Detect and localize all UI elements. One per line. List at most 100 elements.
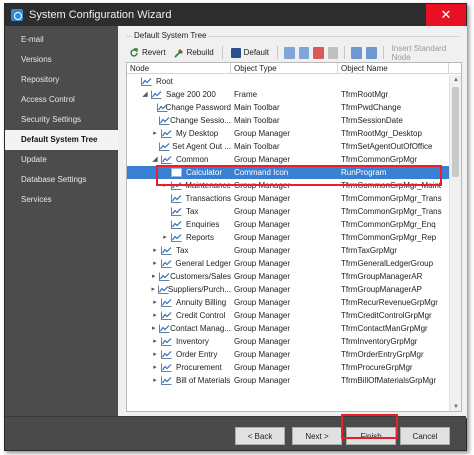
tree-row[interactable]: ▸ General Ledger Group Manager TfrmGeneralL…	[127, 257, 449, 270]
tree-object-name-cell: TfrmCommonGrpMgr_Enq	[341, 220, 436, 229]
cancel-button[interactable]: Cancel	[400, 427, 450, 445]
tree-row[interactable]: Root	[127, 75, 449, 88]
tree-row[interactable]: ▸ Inventory Group Manager TfrmInventoryGrpM…	[127, 335, 449, 348]
tree-node-label: Change Sessio...	[170, 116, 231, 125]
back-button[interactable]: < Back	[235, 427, 285, 445]
collapse-arrow-icon[interactable]: ◢	[151, 153, 159, 166]
revert-button[interactable]: Revert	[126, 45, 169, 60]
tree-scrollbar[interactable]: ▲ ▼	[449, 75, 461, 411]
sidebar-item-services[interactable]: Services	[5, 190, 118, 210]
tree-row[interactable]: Transactions Group Manager TfrmCommonGrpMg…	[127, 192, 449, 205]
tree-row[interactable]: Tax Group Manager TfrmCommonGrpMgr_Trans	[127, 205, 449, 218]
expand-all-icon[interactable]	[351, 46, 363, 59]
next-button[interactable]: Next >	[292, 427, 342, 445]
insert-standard-node-button[interactable]: Insert Standard Node	[389, 44, 462, 62]
sidebar-item-database-settings[interactable]: Database Settings	[5, 170, 118, 190]
move-down-icon[interactable]	[298, 46, 310, 59]
default-button[interactable]: Default	[228, 45, 272, 60]
column-header-object-type[interactable]: Object Type	[231, 63, 338, 74]
chart-icon	[161, 129, 172, 138]
tree-row[interactable]: ▸ Maintenance Group Manager TfrmCommonGrpMg…	[127, 179, 449, 192]
sidebar-item-repository[interactable]: Repository	[5, 70, 118, 90]
delete-icon[interactable]	[313, 46, 324, 59]
close-button[interactable]: ✕	[426, 4, 466, 26]
expand-arrow-icon[interactable]: ▸	[151, 283, 156, 296]
toolbar-separator	[344, 46, 346, 59]
tree-row[interactable]: ▸ Contact Manag... Group Manager TfrmContac…	[127, 322, 449, 335]
sidebar-item-access-control[interactable]: Access Control	[5, 90, 118, 110]
tree-object-name-cell: TfrmCreditControlGrpMgr	[341, 311, 432, 320]
expand-arrow-icon[interactable]: ▸	[151, 322, 157, 335]
tree-node-label: Transactions	[185, 194, 232, 203]
expand-arrow-icon[interactable]: ▸	[161, 231, 169, 244]
expand-arrow-icon[interactable]: ▸	[151, 270, 157, 283]
scroll-thumb[interactable]	[452, 87, 459, 177]
tree-row[interactable]: ▸ Customers/Sales Group Manager TfrmGroupMa…	[127, 270, 449, 283]
expand-arrow-icon[interactable]: ▸	[161, 179, 169, 192]
chart-icon	[158, 116, 169, 125]
tree-node-cell: ▸ Bill of Materials	[151, 374, 231, 387]
expand-arrow-icon[interactable]: ▸	[151, 335, 159, 348]
tree-row[interactable]: Set Agent Out ... Main Toolbar TfrmSetAgen…	[127, 140, 449, 153]
expand-arrow-icon[interactable]: ▸	[151, 309, 159, 322]
sidebar-item-default-system-tree[interactable]: Default System Tree	[5, 130, 118, 150]
tree-object-type-cell: Command Icon	[234, 168, 289, 177]
tree-row[interactable]: ▸ Annuity Billing Group Manager TfrmRecurRe…	[127, 296, 449, 309]
sidebar-item-versions[interactable]: Versions	[5, 50, 118, 70]
tree-node-cell: ▸ Procurement	[151, 361, 231, 374]
tree-row[interactable]: ▸ My Desktop Group Manager TfrmRootMgr_Desk…	[127, 127, 449, 140]
chart-icon	[171, 233, 182, 242]
sidebar-item-update[interactable]: Update	[5, 150, 118, 170]
tree-object-type-cell: Group Manager	[234, 298, 291, 307]
tree-row[interactable]: ▸ Bill of Materials Group Manager TfrmBillO…	[127, 374, 449, 387]
tree-row[interactable]: Enquiries Group Manager TfrmCommonGrpMgr_E…	[127, 218, 449, 231]
tree-row[interactable]: ▸ Tax Group Manager TfrmTaxGrpMgr	[127, 244, 449, 257]
chart-icon	[171, 220, 182, 229]
collapse-arrow-icon[interactable]: ◢	[141, 88, 149, 101]
title-bar: System Configuration Wizard ✕	[5, 4, 466, 26]
expand-arrow-icon[interactable]: ▸	[151, 361, 159, 374]
tree-row[interactable]: ◢ Sage 200 200 Frame TfrmRootMgr	[127, 88, 449, 101]
tree-row[interactable]: Change Password Main Toolbar TfrmPwdChange	[127, 101, 449, 114]
tree-node-cell: ◢ Sage 200 200	[141, 88, 231, 101]
tree-node-label: Suppliers/Purch...	[167, 285, 231, 294]
tree-object-type-cell: Frame	[234, 90, 258, 99]
tree-row[interactable]: ▸ Suppliers/Purch... Group Manager TfrmGrou…	[127, 283, 449, 296]
column-header-node[interactable]: Node	[127, 63, 231, 74]
tree-row[interactable]: ◢ Common Group Manager TfrmCommonGrpMgr	[127, 153, 449, 166]
tree-object-name-cell: RunProgram	[341, 168, 387, 177]
tree-node-label: Customers/Sales	[170, 272, 231, 281]
tree-node-cell: ▸ General Ledger	[151, 257, 231, 270]
tree-node-label: Contact Manag...	[170, 324, 231, 333]
scroll-down-arrow-icon[interactable]: ▼	[450, 402, 461, 411]
copy-icon[interactable]	[327, 46, 339, 59]
tree-row[interactable]: ▸ Credit Control Group Manager TfrmCreditCo…	[127, 309, 449, 322]
content-panel: Default System Tree Revert Rebuild Defau…	[118, 26, 467, 418]
expand-arrow-icon[interactable]: ▸	[151, 348, 159, 361]
column-header-object-name[interactable]: Object Name	[338, 63, 449, 74]
expand-arrow-icon[interactable]: ▸	[151, 257, 159, 270]
tree-row[interactable]: ▸ Reports Group Manager TfrmCommonGrpMgr_Re…	[127, 231, 449, 244]
tree-object-name-cell: TfrmCommonGrpMgr_Maint	[341, 181, 442, 190]
system-tree[interactable]: Node Object Type Object Name Root ◢ Sage 2…	[126, 62, 462, 412]
expand-arrow-icon[interactable]: ▸	[151, 127, 159, 140]
expand-arrow-icon[interactable]: ▸	[151, 296, 159, 309]
chart-icon	[161, 246, 172, 255]
tree-row[interactable]: Calculator Command Icon RunProgram	[127, 166, 449, 179]
scroll-up-arrow-icon[interactable]: ▲	[450, 75, 461, 85]
tree-row[interactable]: ▸ Order Entry Group Manager TfrmOrderEntryG…	[127, 348, 449, 361]
rebuild-button[interactable]: Rebuild	[171, 45, 217, 60]
collapse-all-icon[interactable]	[366, 46, 377, 59]
tree-object-type-cell: Group Manager	[234, 285, 291, 294]
wizard-sidebar: E-mail Versions Repository Access Control Se…	[5, 26, 118, 418]
move-up-icon[interactable]	[283, 46, 295, 59]
tree-node-label: General Ledger	[175, 259, 231, 268]
default-label: Default	[243, 48, 269, 57]
finish-button[interactable]: Finish	[346, 427, 396, 445]
expand-arrow-icon[interactable]: ▸	[151, 244, 159, 257]
sidebar-item-e-mail[interactable]: E-mail	[5, 30, 118, 50]
tree-row[interactable]: ▸ Procurement Group Manager TfrmProcureGrpM…	[127, 361, 449, 374]
expand-arrow-icon[interactable]: ▸	[151, 374, 159, 387]
sidebar-item-security-settings[interactable]: Security Settings	[5, 110, 118, 130]
tree-row[interactable]: Change Sessio... Main Toolbar TfrmSessionD…	[127, 114, 449, 127]
